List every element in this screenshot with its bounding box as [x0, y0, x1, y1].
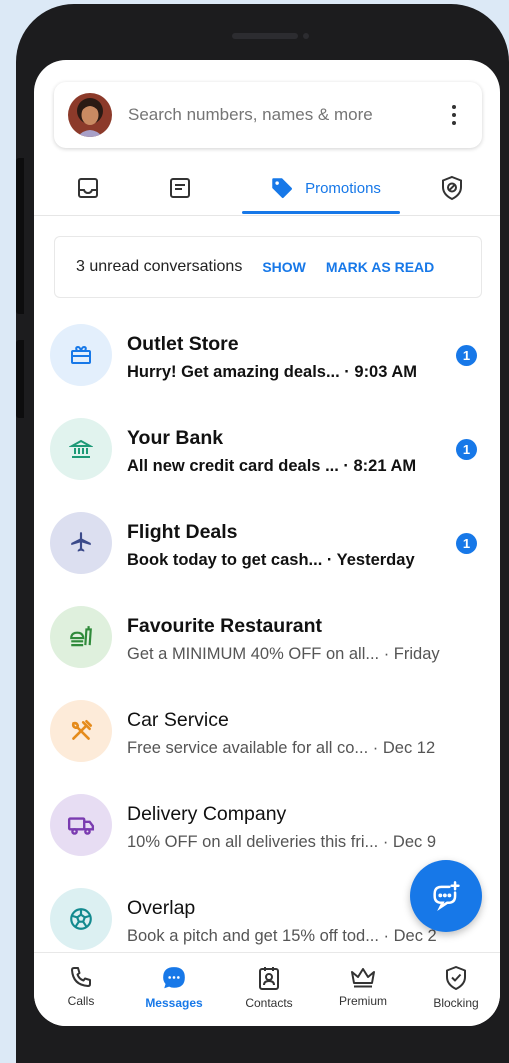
new-message-button[interactable] — [410, 860, 482, 932]
conversation-avatar — [50, 512, 112, 574]
search-input[interactable] — [128, 105, 440, 125]
nav-premium[interactable]: Premium — [318, 953, 408, 1023]
truck-icon — [67, 817, 95, 835]
nav-contacts-label: Contacts — [245, 996, 293, 1010]
conversation-preview: Book today to get cash... · Yesterday — [127, 551, 415, 569]
tag-icon — [272, 178, 293, 199]
unread-badge: 1 — [456, 439, 477, 460]
conversation-title: Your Bank — [127, 427, 224, 449]
restaurant-icon — [70, 626, 92, 647]
nav-premium-label: Premium — [338, 994, 387, 1008]
conversation-item[interactable]: Outlet Store Hurry! Get amazing deals...… — [34, 312, 500, 406]
nav-blocking[interactable]: Blocking — [411, 953, 500, 1023]
nav-calls-label: Calls — [67, 994, 95, 1008]
airplane-icon — [71, 532, 91, 552]
conversation-item[interactable]: Your Bank All new credit card deals ... … — [34, 406, 500, 500]
app-screen: Promotions 3 unread conversations SHOW M… — [34, 60, 500, 1026]
conversation-preview: Book a pitch and get 15% off tod... · De… — [127, 927, 437, 945]
tab-transactions[interactable] — [162, 160, 198, 216]
front-camera — [303, 33, 309, 39]
new-chat-icon — [433, 881, 460, 911]
unread-count-text: 3 unread conversations — [76, 258, 243, 275]
unread-badge: 1 — [456, 533, 477, 554]
conversation-avatar — [50, 794, 112, 856]
mark-as-read-button[interactable]: MARK AS READ — [326, 259, 434, 275]
conversation-preview: 10% OFF on all deliveries this fri... · … — [127, 833, 437, 851]
conversation-avatar — [50, 606, 112, 668]
conversation-item[interactable]: Favourite Restaurant Get a MINIMUM 40% O… — [34, 594, 500, 688]
conversation-title: Favourite Restaurant — [127, 615, 323, 637]
chat-icon — [163, 967, 185, 989]
document-icon — [170, 178, 190, 198]
inbox-icon — [78, 178, 98, 198]
bank-icon — [69, 439, 93, 458]
bottom-navigation: Calls Messages Contacts Premium Blocking — [34, 952, 500, 1026]
soccer-ball-icon — [70, 908, 92, 930]
conversation-avatar — [50, 700, 112, 762]
tab-inbox[interactable] — [70, 160, 106, 216]
conversation-title: Overlap — [127, 897, 196, 919]
unread-banner: 3 unread conversations SHOW MARK AS READ — [54, 236, 482, 298]
conversation-title: Delivery Company — [127, 803, 287, 825]
search-bar[interactable] — [54, 82, 482, 148]
shield-check-icon — [446, 966, 466, 990]
unread-badge: 1 — [456, 345, 477, 366]
conversation-preview: Free service available for all co... · D… — [127, 739, 436, 757]
side-button-volume — [16, 158, 24, 314]
conversation-avatar — [50, 324, 112, 386]
conversation-item[interactable]: Delivery Company 10% OFF on all deliveri… — [34, 782, 500, 876]
tab-bar: Promotions — [34, 160, 500, 216]
conversation-preview: Get a MINIMUM 40% OFF on all... · Friday — [127, 645, 440, 663]
nav-blocking-label: Blocking — [433, 996, 479, 1010]
nav-calls[interactable]: Calls — [36, 953, 126, 1023]
conversation-preview: All new credit card deals ... · 8:21 AM — [127, 457, 417, 475]
tab-promotions[interactable]: Promotions — [250, 160, 400, 216]
gift-icon — [71, 345, 91, 364]
conversation-avatar — [50, 888, 112, 950]
contacts-icon — [259, 967, 279, 990]
conversation-item[interactable]: Flight Deals Book today to get cash... ·… — [34, 500, 500, 594]
phone-icon — [71, 967, 91, 987]
more-options-icon[interactable] — [440, 105, 468, 125]
conversation-title: Outlet Store — [127, 333, 239, 355]
tools-icon — [71, 719, 93, 740]
shield-block-icon — [442, 175, 462, 201]
show-button[interactable]: SHOW — [262, 259, 306, 275]
conversation-title: Car Service — [127, 709, 229, 731]
conversation-item[interactable]: Car Service Free service available for a… — [34, 688, 500, 782]
conversation-avatar — [50, 418, 112, 480]
crown-icon — [351, 968, 375, 988]
tab-promotions-label: Promotions — [305, 179, 381, 197]
side-button-power — [16, 340, 24, 418]
tab-spam[interactable] — [434, 160, 470, 216]
nav-messages[interactable]: Messages — [129, 953, 219, 1023]
avatar[interactable] — [68, 93, 112, 137]
conversation-title: Flight Deals — [127, 521, 238, 543]
active-tab-indicator — [242, 211, 400, 214]
speaker-grille — [232, 33, 298, 39]
nav-contacts[interactable]: Contacts — [224, 953, 314, 1023]
conversation-preview: Hurry! Get amazing deals... · 9:03 AM — [127, 363, 418, 381]
nav-messages-label: Messages — [145, 996, 203, 1010]
